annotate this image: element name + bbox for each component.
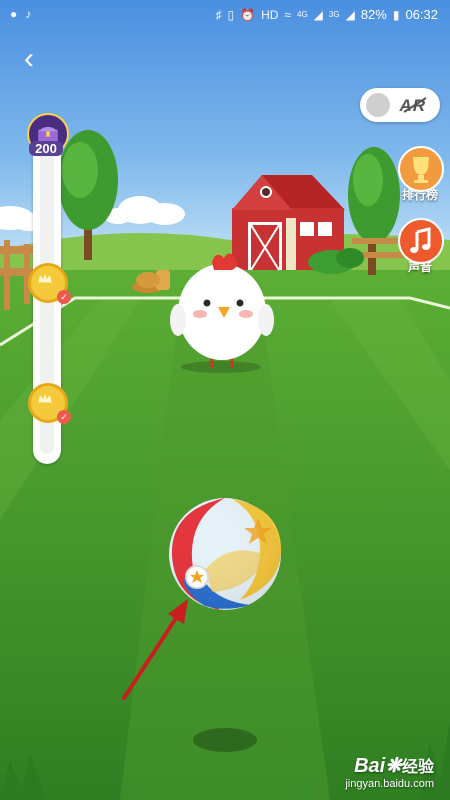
status-right: ♯ ▯ ⏰ HD ≈ 4G ◢ 3G ◢ 82% ▮ 06:32 xyxy=(216,7,439,22)
battery-percent: 82% xyxy=(360,7,387,22)
status-bar: ● ♪ ♯ ▯ ⏰ HD ≈ 4G ◢ 3G ◢ 82% ▮ 06:32 xyxy=(0,0,450,30)
leaderboard-button[interactable]: 排行榜 xyxy=(398,146,444,203)
watermark-url: jingyan.baidu.com xyxy=(345,778,434,790)
baidu-watermark: Bai❋经验 jingyan.baidu.com xyxy=(345,753,434,790)
sound-button[interactable]: 声音 xyxy=(398,218,444,275)
ar-slash-icon xyxy=(403,97,427,113)
music-note-icon xyxy=(398,218,444,264)
coin-milestone-1[interactable]: ✓ xyxy=(28,263,71,304)
coin-milestone-2[interactable]: ✓ xyxy=(28,383,71,424)
back-arrow-icon: ‹ xyxy=(24,42,34,75)
wifi-icon: ≈ xyxy=(284,7,291,22)
bluetooth-icon: ♯ xyxy=(215,7,222,22)
ar-toggle[interactable]: AR xyxy=(360,88,440,122)
watermark-brand: Bai xyxy=(354,755,386,777)
battery-icon: ▮ xyxy=(392,7,400,22)
vibrate-icon: ▯ xyxy=(227,7,235,22)
paw-icon: ❋ xyxy=(385,755,402,777)
status-left-icons: ● ♪ xyxy=(10,7,31,21)
watermark-suffix: 经验 xyxy=(401,759,434,776)
hd-badge: HD xyxy=(261,7,279,22)
toggle-knob xyxy=(366,93,390,117)
alarm-icon: ⏰ xyxy=(240,7,256,22)
signal-icon: ◢ xyxy=(313,7,323,22)
chest-reward-value: 200 xyxy=(29,141,63,156)
clock-time: 06:32 xyxy=(405,7,438,22)
trophy-icon xyxy=(398,146,444,192)
back-button[interactable]: ‹ xyxy=(14,44,44,74)
beach-ball xyxy=(169,498,282,610)
coin-icon xyxy=(38,273,52,283)
check-icon: ✓ xyxy=(57,410,71,424)
network-3g-label: 3G xyxy=(328,10,340,19)
tiktok-icon: ♪ xyxy=(25,7,32,21)
network-4g-label: 4G xyxy=(297,10,308,19)
coin-icon xyxy=(38,393,52,403)
signal-icon-2: ◢ xyxy=(345,7,355,22)
wechat-icon: ● xyxy=(10,7,18,21)
check-icon: ✓ xyxy=(57,290,71,304)
